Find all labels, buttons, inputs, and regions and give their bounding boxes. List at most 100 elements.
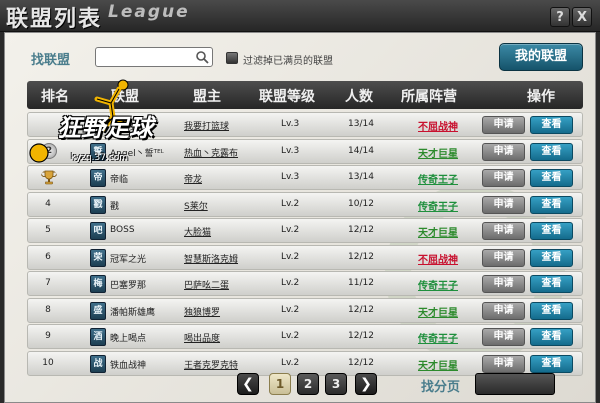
row-count: 13/14 xyxy=(348,119,374,129)
apply-button[interactable]: 申请 xyxy=(482,142,525,161)
apply-button[interactable]: 申请 xyxy=(482,301,525,320)
apply-button[interactable]: 申请 xyxy=(482,275,525,293)
next-page-button[interactable]: ❯ xyxy=(355,373,377,395)
league-emblem: 酒 xyxy=(90,328,106,346)
table-row: 5 吧 BOSS 大脸猫 Lv.2 12/12 天才巨星 申请 查看 xyxy=(27,218,583,243)
close-button[interactable]: X xyxy=(572,7,592,27)
league-emblem: 吧 xyxy=(90,222,106,240)
filter-full-label: 过滤掉已满员的联盟 xyxy=(243,56,333,67)
row-rank: 9 xyxy=(45,331,51,341)
my-league-button[interactable]: 我的联盟 xyxy=(499,43,583,71)
league-emblem: 戳 xyxy=(90,195,106,214)
row-camp[interactable]: 不屈战神 xyxy=(418,251,458,266)
row-level: Lv.3 xyxy=(281,119,300,129)
row-league-name: 戳 xyxy=(110,201,120,212)
row-rank: 4 xyxy=(45,198,51,209)
row-leader[interactable]: 大脸猫 xyxy=(184,225,211,238)
table-row: 帝 帝临 帝龙 Lv.3 13/14 传奇王子 申请 查看 xyxy=(27,165,583,190)
apply-button[interactable]: 申请 xyxy=(482,354,525,373)
column-level: 联盟等级 xyxy=(259,89,315,105)
row-league-name: 冠军之光 xyxy=(110,254,147,265)
row-camp[interactable]: 天才巨星 xyxy=(418,304,458,319)
view-button[interactable]: 查看 xyxy=(530,169,573,187)
apply-button[interactable]: 申请 xyxy=(482,222,525,240)
view-button[interactable]: 查看 xyxy=(530,142,573,161)
row-rank: 5 xyxy=(45,225,51,235)
row-league-name: BOSS xyxy=(110,225,135,235)
view-button[interactable]: 查看 xyxy=(530,222,573,240)
view-button[interactable]: 查看 xyxy=(530,116,573,134)
view-button[interactable]: 查看 xyxy=(530,301,573,320)
row-leader[interactable]: 喝出品度 xyxy=(184,331,220,344)
column-camp: 所属阵营 xyxy=(401,89,457,105)
search-icon[interactable] xyxy=(195,50,209,64)
page-number-input[interactable] xyxy=(475,373,555,395)
row-count: 12/12 xyxy=(348,304,374,315)
row-league-name: 晚上喝点 xyxy=(110,334,147,344)
apply-button[interactable]: 申请 xyxy=(482,116,525,134)
logo-site: kyzq.37.com xyxy=(71,153,129,163)
row-count: 11/12 xyxy=(348,278,374,288)
row-leader[interactable]: 王者克罗克特 xyxy=(184,358,238,371)
row-camp[interactable]: 天才巨星 xyxy=(418,357,458,372)
row-leader[interactable]: 智慧斯洛克姆 xyxy=(184,252,238,265)
row-leader[interactable]: 独狼博罗 xyxy=(184,305,220,318)
row-count: 13/14 xyxy=(348,172,374,182)
apply-button[interactable]: 申请 xyxy=(482,195,525,214)
row-camp[interactable]: 传奇王子 xyxy=(418,171,458,186)
search-label: 找联盟 xyxy=(31,53,71,68)
trophy-icon xyxy=(41,170,57,185)
filter-full-checkbox[interactable] xyxy=(226,52,238,64)
row-league-name: 巴塞罗那 xyxy=(110,281,147,291)
row-leader[interactable]: 帝龙 xyxy=(184,172,202,185)
row-camp[interactable]: 传奇王子 xyxy=(418,330,458,345)
league-emblem: 梅 xyxy=(90,275,106,293)
row-camp[interactable]: 不屈战神 xyxy=(418,118,458,133)
prev-page-button[interactable]: ❮ xyxy=(237,373,259,395)
row-leader[interactable]: 热血丶克露布 xyxy=(184,146,238,159)
row-league-name: 潘帕斯雄鹰 xyxy=(110,307,156,318)
row-leader[interactable]: 我要打篮球 xyxy=(184,119,229,132)
window-title: 联盟列表 xyxy=(6,7,103,32)
table-row: 9 酒 晚上喝点 喝出品度 Lv.2 12/12 传奇王子 申请 查看 xyxy=(27,324,583,349)
table-row: 10 战 铁血战神 王者克罗克特 Lv.2 12/12 天才巨星 申请 查看 xyxy=(27,350,583,376)
row-count: 14/14 xyxy=(348,145,374,156)
table-row: 8 盛 潘帕斯雄鹰 独狼博罗 Lv.2 12/12 天才巨星 申请 查看 xyxy=(27,297,583,323)
view-button[interactable]: 查看 xyxy=(530,354,573,373)
table-row: 6 荣 冠军之光 智慧斯洛克姆 Lv.2 12/12 不屈战神 申请 查看 xyxy=(27,244,583,270)
league-list-panel: 找联盟 过滤掉已满员的联盟 我的联盟 排名 联盟 盟主 联盟等级 人数 所属阵营… xyxy=(4,32,596,403)
row-league-name: 铁血战神 xyxy=(110,360,147,371)
row-leader[interactable]: S莱尔 xyxy=(184,199,208,212)
help-button[interactable]: ? xyxy=(550,7,570,27)
apply-button[interactable]: 申请 xyxy=(482,248,525,267)
row-rank: 8 xyxy=(45,304,51,315)
row-camp[interactable]: 天才巨星 xyxy=(418,145,458,160)
league-emblem: 荣 xyxy=(90,248,106,267)
row-level: Lv.2 xyxy=(281,251,300,262)
view-button[interactable]: 查看 xyxy=(530,248,573,267)
row-camp[interactable]: 传奇王子 xyxy=(418,198,458,213)
row-rank: 7 xyxy=(45,278,51,288)
league-emblem: 帝 xyxy=(90,169,106,187)
table-row: 7 梅 巴塞罗那 巴萨吆二蛋 Lv.2 11/12 传奇王子 申请 查看 xyxy=(27,271,583,296)
row-camp[interactable]: 传奇王子 xyxy=(418,277,458,292)
row-camp[interactable]: 天才巨星 xyxy=(418,224,458,239)
league-emblem: 盛 xyxy=(90,301,106,320)
row-level: Lv.2 xyxy=(281,331,300,341)
apply-button[interactable]: 申请 xyxy=(482,328,525,346)
row-rank: 6 xyxy=(45,251,51,262)
view-button[interactable]: 查看 xyxy=(530,328,573,346)
row-level: Lv.2 xyxy=(281,357,300,368)
page-button-3[interactable]: 3 xyxy=(325,373,347,395)
view-button[interactable]: 查看 xyxy=(530,195,573,214)
row-count: 12/12 xyxy=(348,251,374,262)
apply-button[interactable]: 申请 xyxy=(482,169,525,187)
page-button-1[interactable]: 1 xyxy=(269,373,291,395)
page-button-2[interactable]: 2 xyxy=(297,373,319,395)
find-page-label: 找分页 xyxy=(421,380,461,395)
view-button[interactable]: 查看 xyxy=(530,275,573,293)
row-level: Lv.3 xyxy=(281,172,300,182)
row-level: Lv.3 xyxy=(281,145,300,156)
row-leader[interactable]: 巴萨吆二蛋 xyxy=(184,278,229,291)
row-level: Lv.2 xyxy=(281,225,300,235)
